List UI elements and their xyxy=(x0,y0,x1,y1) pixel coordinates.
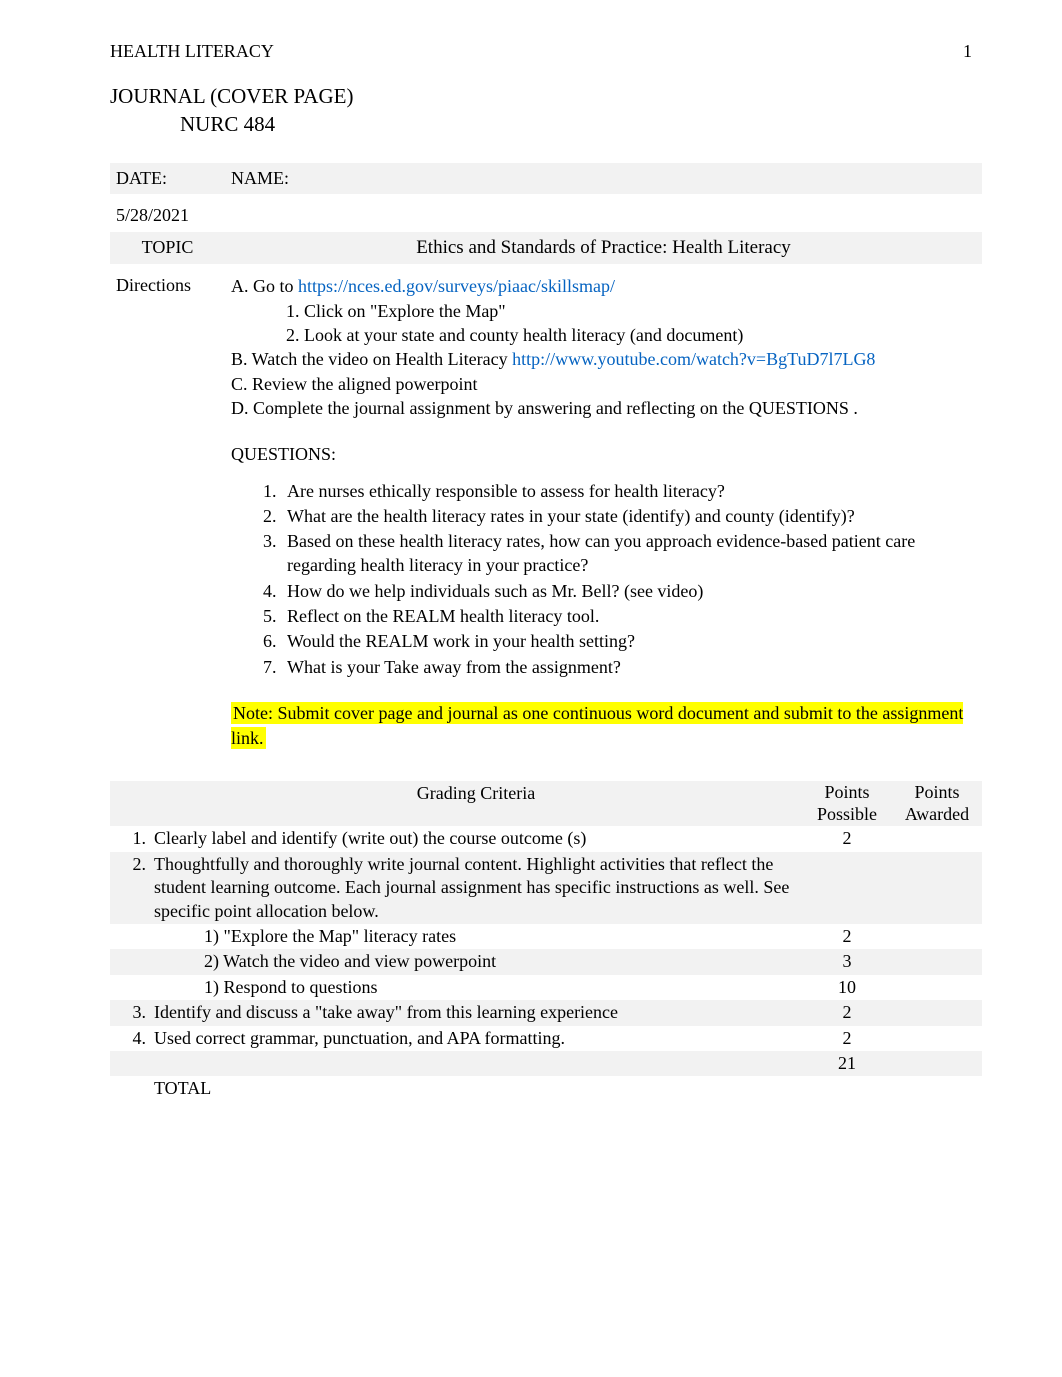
points-possible: 2 xyxy=(802,1000,892,1025)
direction-a-prefix: A. Go to xyxy=(231,276,298,296)
points-possible: 2 xyxy=(802,1026,892,1051)
question-item: Are nurses ethically responsible to asse… xyxy=(281,479,976,503)
points-possible xyxy=(802,852,892,924)
criteria-num: 4. xyxy=(110,1026,150,1051)
submission-note: Note: Submit cover page and journal as o… xyxy=(231,702,963,749)
criteria-text: Clearly label and identify (write out) t… xyxy=(150,826,802,851)
points-possible xyxy=(802,1076,892,1101)
direction-a: A. Go to https://nces.ed.gov/surveys/pia… xyxy=(231,274,976,298)
grading-table: Grading Criteria Points Possible Points … xyxy=(110,773,982,1101)
points-possible: 21 xyxy=(802,1051,892,1076)
criteria-num: 1. xyxy=(110,826,150,851)
points-header-line: Points xyxy=(914,782,959,802)
criteria-text: Used correct grammar, punctuation, and A… xyxy=(150,1026,802,1051)
document-title: JOURNAL (COVER PAGE) NURC 484 xyxy=(110,83,982,138)
name-label: NAME: xyxy=(225,163,982,194)
direction-a-link[interactable]: https://nces.ed.gov/surveys/piaac/skills… xyxy=(298,276,615,296)
points-header-line: Points xyxy=(824,782,869,802)
points-awarded xyxy=(892,949,982,974)
points-possible-header: Points Possible xyxy=(802,781,892,826)
points-possible: 3 xyxy=(802,949,892,974)
points-awarded xyxy=(892,975,982,1000)
criteria-text xyxy=(150,1051,802,1076)
questions-header: QUESTIONS: xyxy=(231,442,976,466)
grading-title: Grading Criteria xyxy=(150,781,802,826)
question-item: What are the health literacy rates in yo… xyxy=(281,504,976,528)
points-possible: 2 xyxy=(802,826,892,851)
info-table: DATE: NAME: 5/28/2021 TOPIC Ethics and S… xyxy=(110,163,982,755)
date-label: DATE: xyxy=(110,163,225,194)
points-awarded xyxy=(892,1051,982,1076)
question-item: Would the REALM work in your health sett… xyxy=(281,629,976,653)
direction-a-sub1: 1. Click on "Explore the Map" xyxy=(286,299,976,323)
points-awarded xyxy=(892,1000,982,1025)
criteria-sub-text: 1) "Explore the Map" literacy rates xyxy=(204,925,798,948)
page-number: 1 xyxy=(963,40,982,63)
criteria-num: 3. xyxy=(110,1000,150,1025)
question-item: How do we help individuals such as Mr. B… xyxy=(281,579,976,603)
question-item: What is your Take away from the assignme… xyxy=(281,655,976,679)
criteria-num: 2. xyxy=(110,852,150,924)
points-awarded xyxy=(892,826,982,851)
direction-b: B. Watch the video on Health Literacy ht… xyxy=(231,347,976,371)
criteria-text: Thoughtfully and thoroughly write journa… xyxy=(150,852,802,924)
direction-a-sub2: 2. Look at your state and county health … xyxy=(286,323,976,347)
date-value: 5/28/2021 xyxy=(116,204,219,227)
points-header-line: Awarded xyxy=(905,804,969,824)
submission-note-wrap: Note: Submit cover page and journal as o… xyxy=(231,701,976,751)
topic-value: Ethics and Standards of Practice: Health… xyxy=(225,232,982,265)
title-line-1: JOURNAL (COVER PAGE) xyxy=(110,83,982,110)
questions-list: Are nurses ethically responsible to asse… xyxy=(281,479,976,679)
total-label: TOTAL xyxy=(150,1076,802,1101)
points-awarded-header: Points Awarded xyxy=(892,781,982,826)
title-line-2: NURC 484 xyxy=(180,111,982,138)
points-awarded xyxy=(892,1076,982,1101)
direction-c: C. Review the aligned powerpoint xyxy=(231,372,976,396)
page-header: HEALTH LITERACY 1 xyxy=(110,40,982,63)
points-possible: 2 xyxy=(802,924,892,949)
question-item: Based on these health literacy rates, ho… xyxy=(281,529,976,578)
direction-d: D. Complete the journal assignment by an… xyxy=(231,396,976,420)
criteria-text: Identify and discuss a "take away" from … xyxy=(150,1000,802,1025)
criteria-sub-text: 1) Respond to questions xyxy=(204,976,798,999)
direction-b-link[interactable]: http://www.youtube.com/watch?v=BgTuD7l7L… xyxy=(512,349,875,369)
points-awarded xyxy=(892,1026,982,1051)
points-header-line: Possible xyxy=(817,804,877,824)
points-awarded xyxy=(892,852,982,924)
topic-label: TOPIC xyxy=(110,232,225,265)
direction-b-prefix: B. Watch the video on Health Literacy xyxy=(231,349,512,369)
directions-label: Directions xyxy=(110,264,225,755)
criteria-sub-text: 2) Watch the video and view powerpoint xyxy=(204,950,798,973)
points-possible: 10 xyxy=(802,975,892,1000)
points-awarded xyxy=(892,924,982,949)
running-head: HEALTH LITERACY xyxy=(110,40,274,63)
question-item: Reflect on the REALM health literacy too… xyxy=(281,604,976,628)
